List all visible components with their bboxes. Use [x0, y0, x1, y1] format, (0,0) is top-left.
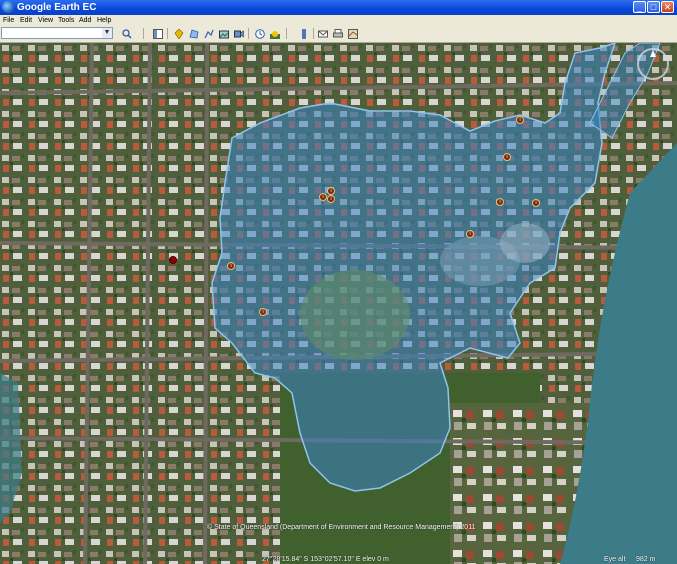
placemark-marker[interactable]: i: [532, 199, 540, 207]
email-icon[interactable]: [316, 27, 329, 40]
earth-map-view[interactable]: i i i i i i i i i i © State of Queenslan…: [0, 43, 677, 564]
sunlight-icon[interactable]: [268, 27, 281, 40]
title-bar: Google Earth EC _ □ ✕: [0, 0, 677, 15]
search-icon[interactable]: [120, 27, 133, 40]
placemark-icon[interactable]: [172, 27, 185, 40]
sidebar-icon[interactable]: [151, 27, 164, 40]
chevron-down-icon[interactable]: ▼: [102, 28, 112, 38]
historical-imagery-icon[interactable]: [253, 27, 266, 40]
maximize-button[interactable]: □: [647, 1, 660, 13]
path-icon[interactable]: [202, 27, 215, 40]
menu-edit[interactable]: Edit: [20, 15, 32, 26]
record-tour-icon[interactable]: [232, 27, 245, 40]
placemark-marker[interactable]: i: [327, 187, 335, 195]
image-overlay-icon[interactable]: [217, 27, 230, 40]
sky-icon[interactable]: [297, 27, 310, 40]
eye-alt-value: 982 m: [636, 556, 656, 563]
placemark-marker[interactable]: i: [227, 262, 235, 270]
placemark-marker[interactable]: i: [503, 153, 511, 161]
toolbar-separator: [313, 28, 314, 39]
menu-bar: File Edit View Tools Add Help: [0, 15, 677, 26]
pointer-coordinates: 27°28'15.84" S 153°02'57.10" E elev 0 m: [262, 556, 389, 563]
placemark-marker[interactable]: [169, 256, 177, 264]
menu-add[interactable]: Add: [79, 15, 91, 26]
eye-alt-label: Eye alt: [604, 556, 626, 563]
window-title: Google Earth EC: [17, 2, 97, 13]
menu-tools[interactable]: Tools: [58, 15, 74, 26]
menu-help[interactable]: Help: [97, 15, 111, 26]
placemark-marker[interactable]: i: [496, 198, 504, 206]
imagery-copyright: © State of Queensland (Department of Env…: [207, 524, 476, 531]
toolbar-separator: [286, 28, 287, 39]
close-button[interactable]: ✕: [661, 1, 674, 13]
menu-file[interactable]: File: [3, 15, 14, 26]
minimize-button[interactable]: _: [633, 1, 646, 13]
toolbar-separator: [167, 28, 168, 39]
polygon-icon[interactable]: [187, 27, 200, 40]
placemark-marker[interactable]: i: [516, 116, 524, 124]
placemark-marker[interactable]: i: [259, 308, 267, 316]
print-icon[interactable]: [331, 27, 344, 40]
search-input[interactable]: ▼: [1, 27, 113, 39]
view-in-maps-icon[interactable]: [346, 27, 359, 40]
menu-view[interactable]: View: [38, 15, 53, 26]
navigation-compass-control[interactable]: [636, 47, 670, 81]
placemark-marker[interactable]: i: [327, 195, 335, 203]
placemark-marker[interactable]: i: [319, 193, 327, 201]
toolbar-separator: [143, 28, 144, 39]
toolbar: ▼: [0, 26, 677, 43]
satellite-imagery: [0, 43, 677, 564]
toolbar-separator: [248, 28, 249, 39]
google-earth-app-icon[interactable]: [2, 1, 14, 13]
placemark-marker[interactable]: i: [466, 230, 474, 238]
